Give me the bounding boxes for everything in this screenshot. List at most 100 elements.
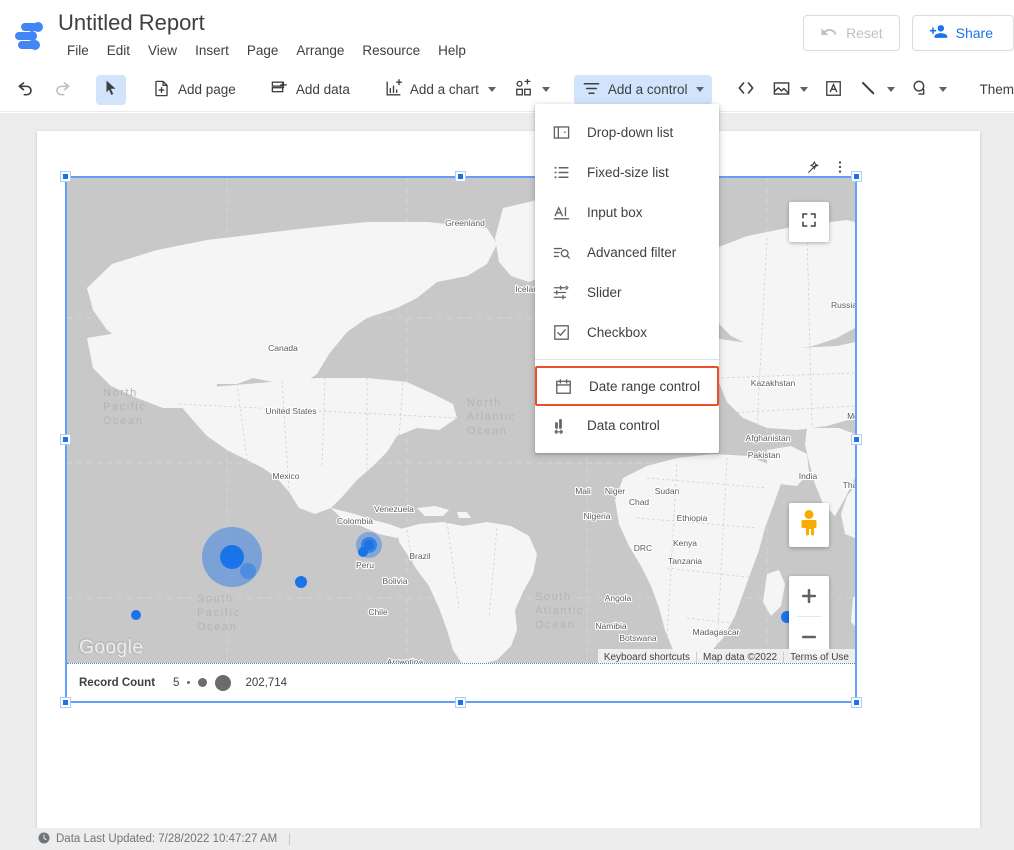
chevron-down-icon — [541, 87, 550, 92]
fullscreen-button[interactable] — [789, 202, 829, 242]
page-add-icon — [152, 79, 171, 101]
menu-item-date-range-control[interactable]: Date range control — [535, 366, 719, 406]
undo-button[interactable] — [10, 75, 42, 105]
app-header: Untitled Report File Edit View Insert Pa… — [0, 0, 1014, 68]
menu-item-advanced-filter[interactable]: Advanced filter — [535, 232, 719, 272]
ocean-label: Ocean — [103, 415, 143, 427]
country-label: Ethiopia — [677, 513, 708, 523]
resize-handle-bottom-right[interactable] — [852, 698, 861, 707]
ocean-label: North — [103, 387, 138, 399]
ocean-label: South — [197, 593, 234, 605]
header-actions: Reset Share — [803, 15, 1014, 51]
resize-handle-middle-right[interactable] — [852, 434, 861, 444]
menu-insert[interactable]: Insert — [186, 40, 238, 61]
cursor-arrow-icon — [102, 79, 120, 100]
dropdown-list-icon — [551, 122, 571, 142]
redo-button[interactable] — [46, 75, 78, 105]
menu-item-fixed-size-list[interactable]: Fixed-size list — [535, 152, 719, 192]
legend-dot-xs — [187, 681, 191, 684]
menu-view[interactable]: View — [139, 40, 186, 61]
map-data-copyright: Map data ©2022 — [696, 651, 783, 663]
street-view-pegman-button[interactable] — [789, 503, 829, 547]
reset-label: Reset — [846, 25, 883, 41]
country-label: Canada — [268, 343, 298, 353]
keyboard-shortcuts-link[interactable]: Keyboard shortcuts — [598, 652, 696, 663]
redo-icon — [52, 78, 72, 101]
add-control-label: Add a control — [607, 82, 688, 97]
legend-min-value: 5 — [173, 676, 180, 689]
reset-button[interactable]: Reset — [803, 15, 900, 51]
country-label: Mo — [847, 411, 855, 421]
share-button[interactable]: Share — [911, 15, 1014, 51]
select-tool-button[interactable] — [96, 74, 126, 105]
menu-help[interactable]: Help — [429, 40, 475, 61]
menu-file[interactable]: File — [58, 40, 98, 61]
embed-code-button[interactable] — [730, 75, 762, 105]
chevron-down-icon — [800, 87, 809, 92]
add-page-button[interactable]: Add page — [144, 75, 244, 105]
bar-chart-add-icon — [384, 78, 403, 101]
menu-label: Checkbox — [587, 324, 648, 340]
image-button[interactable] — [766, 75, 814, 105]
ocean-label: Ocean — [197, 621, 237, 633]
text-box-icon — [824, 79, 843, 101]
country-label: Russia — [831, 300, 855, 310]
map-zoom-controls — [789, 576, 829, 657]
menu-resource[interactable]: Resource — [353, 40, 429, 61]
country-label: Niger — [605, 486, 625, 496]
checkbox-icon — [551, 322, 571, 342]
advanced-filter-icon — [551, 242, 571, 262]
text-box-button[interactable] — [818, 75, 849, 105]
main-toolbar: Add page Add data Add a chart Add a cont… — [0, 68, 1014, 112]
zoom-in-button[interactable] — [789, 576, 829, 616]
report-page[interactable]: North Pacific Ocean North Atlantic Ocean… — [37, 131, 980, 844]
terms-of-use-link[interactable]: Terms of Use — [783, 651, 855, 663]
map-legend: Record Count 5 202,714 — [67, 663, 855, 701]
community-visualization-button[interactable] — [508, 75, 556, 105]
theme-and-layout-button[interactable]: Theme and layout — [971, 75, 1014, 105]
add-chart-button[interactable]: Add a chart — [376, 75, 504, 105]
menu-item-slider[interactable]: Slider — [535, 272, 719, 312]
menu-item-input-box[interactable]: Input box — [535, 192, 719, 232]
add-data-label: Add data — [295, 82, 350, 97]
resize-handle-bottom-left[interactable] — [61, 698, 70, 707]
menu-item-checkbox[interactable]: Checkbox — [535, 312, 719, 352]
country-label: DRC — [634, 543, 652, 553]
add-data-button[interactable]: Add data — [262, 75, 358, 105]
shape-button[interactable] — [905, 75, 953, 105]
menu-edit[interactable]: Edit — [98, 40, 139, 61]
input-box-icon — [551, 202, 571, 222]
canvas-area[interactable]: North Pacific Ocean North Atlantic Ocean… — [0, 113, 1014, 850]
menu-arrange[interactable]: Arrange — [287, 40, 353, 61]
ocean-label: Pacific — [197, 607, 241, 619]
resize-handle-middle-left[interactable] — [61, 434, 70, 444]
report-title[interactable]: Untitled Report — [54, 6, 209, 40]
menu-item-drop-down-list[interactable]: Drop-down list — [535, 112, 719, 152]
menu-label: Input box — [587, 204, 643, 220]
country-label: Afghanistan — [746, 433, 791, 443]
add-page-label: Add page — [178, 82, 236, 97]
resize-handle-top-center[interactable] — [456, 172, 465, 181]
country-label: Nigeria — [584, 511, 611, 521]
line-button[interactable] — [853, 75, 901, 105]
refresh-icon[interactable] — [38, 832, 50, 847]
menu-page[interactable]: Page — [238, 40, 288, 61]
ocean-label: Atlantic — [467, 411, 516, 423]
resize-handle-bottom-center[interactable] — [456, 698, 465, 707]
add-a-control-button[interactable]: Add a control — [573, 74, 713, 105]
country-label: Botswana — [619, 633, 657, 643]
add-chart-label: Add a chart — [409, 82, 479, 97]
country-label: India — [799, 471, 818, 481]
country-label: Greenland — [445, 218, 485, 228]
menu-item-data-control[interactable]: Data control — [535, 405, 719, 445]
add-control-dropdown-menu[interactable]: Drop-down list Fixed-size list Input box — [535, 104, 719, 453]
share-label: Share — [955, 25, 993, 41]
resize-handle-top-left[interactable] — [61, 172, 70, 181]
resize-handle-top-right[interactable] — [852, 172, 861, 181]
geo-map-chart-component[interactable]: North Pacific Ocean North Atlantic Ocean… — [61, 172, 861, 707]
ocean-label: North — [467, 397, 502, 409]
country-label: United States — [265, 406, 316, 416]
ocean-label: South — [535, 591, 572, 603]
status-divider — [289, 833, 291, 845]
map-surface[interactable]: North Pacific Ocean North Atlantic Ocean… — [67, 178, 855, 665]
